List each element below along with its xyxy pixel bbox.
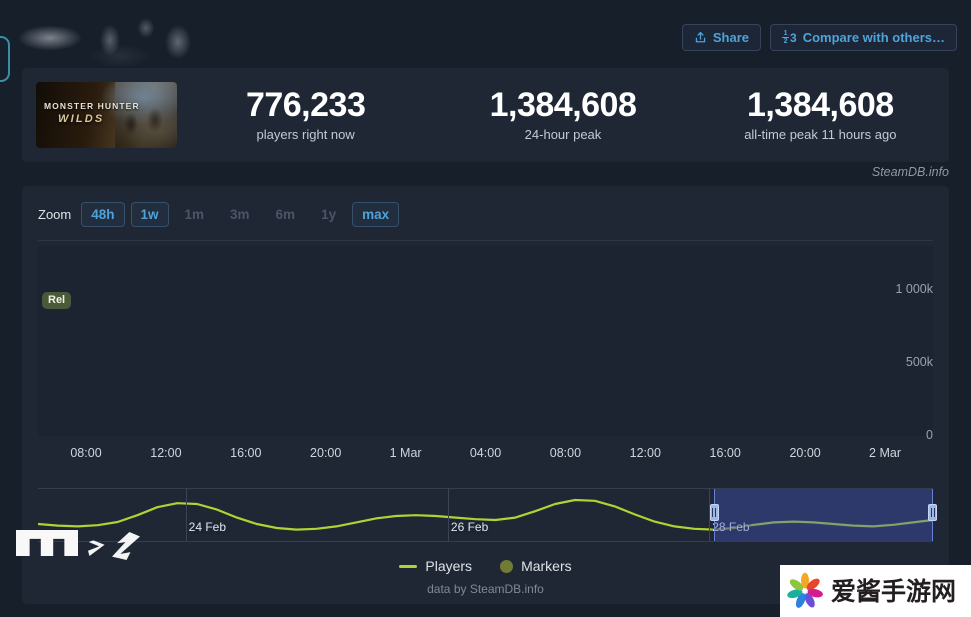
navigator-handle-right[interactable] — [928, 504, 937, 521]
watermark-site-badge: 爱酱手游网 — [780, 565, 971, 617]
stat-value: 776,233 — [245, 86, 366, 125]
top-actions: Share 123 Compare with others… — [681, 24, 957, 51]
legend-line-swatch-icon — [399, 564, 418, 568]
legend-dot-swatch-icon — [500, 559, 514, 573]
navigator-bottom-border — [38, 541, 933, 542]
navigator-gridline — [447, 488, 449, 542]
stat-value: 1,384,608 — [746, 86, 894, 125]
share-button-label: Share — [712, 30, 750, 45]
navigator-selection-mask[interactable] — [713, 489, 933, 541]
stat-label: players right now — [256, 126, 355, 142]
x-axis-tick: 20:00 — [310, 446, 342, 460]
stat-all-time-peak: 1,384,608 all-time peak 11 hours ago — [692, 86, 949, 142]
release-marker[interactable]: Rel — [42, 292, 72, 310]
chart-panel: Zoom 48h 1w 1m 3m 6m 1y max 0 500k 1 000k 08:00 1… — [22, 186, 949, 604]
zoom-button-1m[interactable]: 1m — [175, 202, 215, 227]
left-edge-chip[interactable] — [0, 36, 10, 82]
x-axis-tick: 16:00 — [230, 446, 262, 460]
navigator-date-label: 26 Feb — [450, 520, 489, 534]
zoom-button-48h[interactable]: 48h — [81, 202, 125, 227]
plot-background — [38, 246, 933, 436]
stat-players-right-now: 776,233 players right now — [177, 86, 434, 142]
y-axis-tick: 500k — [905, 354, 933, 369]
legend-label: Markers — [521, 558, 572, 574]
panel-divider — [38, 240, 933, 241]
zoom-button-1y[interactable]: 1y — [311, 202, 346, 227]
legend-item-markers[interactable]: Markers — [500, 558, 572, 574]
legend-item-players[interactable]: Players — [399, 558, 472, 574]
x-axis-tick: 04:00 — [469, 446, 502, 460]
zoom-label: Zoom — [38, 207, 72, 222]
legend-label: Players — [425, 558, 473, 574]
capsule-title-secondary: WILDS — [58, 113, 105, 125]
attribution-top: SteamDB.info — [871, 165, 949, 179]
stat-label: 24-hour peak — [524, 126, 602, 142]
stat-label: all-time peak 11 hours ago — [744, 126, 897, 142]
x-axis-tick: 2 Mar — [869, 446, 901, 460]
capsule-title-primary: MONSTER HUNTER — [44, 101, 140, 111]
stat-value: 1,384,608 — [489, 86, 637, 125]
x-axis-tick: 08:00 — [70, 446, 102, 460]
ranking-bars-icon: 123 — [782, 30, 797, 45]
watermark-site-name: 爱酱手游网 — [831, 576, 957, 606]
navigator-gridline — [185, 488, 187, 542]
navigator-handle-left[interactable] — [709, 504, 719, 521]
compare-with-others-button[interactable]: 123 Compare with others… — [770, 24, 957, 51]
compare-button-label: Compare with others… — [802, 30, 945, 45]
x-axis-tick: 08:00 — [549, 446, 582, 460]
x-axis-tick: 16:00 — [709, 446, 741, 460]
flower-logo-icon — [786, 572, 824, 610]
x-axis-tick: 1 Mar — [389, 446, 422, 460]
x-axis-tick: 12:00 — [629, 446, 661, 460]
zoom-button-max[interactable]: max — [352, 202, 400, 227]
steamdb-charts-page: Share 123 Compare with others… MONSTER H… — [0, 0, 971, 617]
game-capsule-image[interactable]: MONSTER HUNTER WILDS — [36, 82, 177, 148]
zoom-range-controls: Zoom 48h 1w 1m 3m 6m 1y max — [38, 202, 400, 227]
zoom-button-1w[interactable]: 1w — [130, 202, 169, 227]
stat-24-hour-peak: 1,384,608 24-hour peak — [434, 86, 691, 142]
zoom-button-3m[interactable]: 3m — [220, 202, 260, 227]
navigator-date-label: 24 Feb — [188, 520, 227, 534]
zoom-button-6m[interactable]: 6m — [266, 202, 306, 227]
stats-card: MONSTER HUNTER WILDS 776,233 players rig… — [22, 68, 949, 162]
range-navigator[interactable]: 24 Feb 26 Feb 28 Feb — [38, 488, 937, 542]
x-axis-tick: 20:00 — [789, 446, 821, 460]
y-axis-tick: 1 000k — [895, 281, 933, 296]
players-chart-plot[interactable]: 0 500k 1 000k 08:00 12:00 16:00 20:00 1 Mar 04:… — [36, 244, 935, 460]
share-upload-icon — [694, 31, 707, 44]
share-button[interactable]: Share — [681, 24, 762, 51]
x-axis-tick: 12:00 — [150, 446, 182, 460]
y-axis-tick: 0 — [926, 428, 933, 442]
